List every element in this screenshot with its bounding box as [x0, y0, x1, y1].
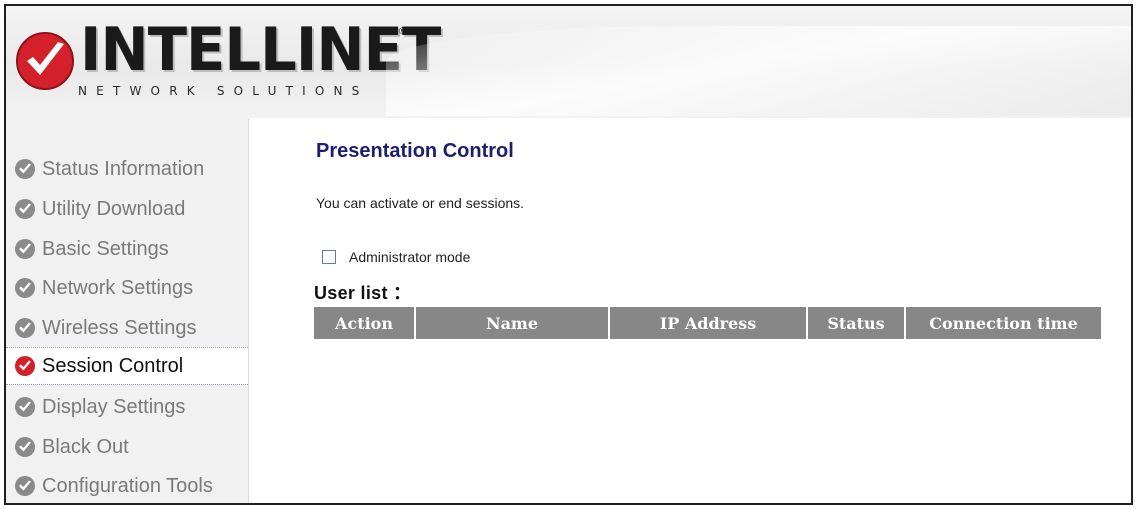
- intellinet-checkmark-icon: [16, 32, 74, 90]
- check-circle-icon: [15, 397, 35, 417]
- column-header-action: Action: [314, 307, 416, 339]
- main-content: Presentation Control You can activate or…: [250, 118, 1131, 503]
- check-circle-icon: [15, 437, 35, 457]
- column-header-ip-address: IP Address: [609, 307, 808, 339]
- sidebar-item-label: Network Settings: [42, 276, 194, 299]
- admin-mode-row: Administrator mode: [322, 249, 470, 265]
- sidebar-item-network-settings[interactable]: Network Settings: [6, 269, 248, 307]
- sidebar-nav: Status Information Utility Download Basi…: [6, 118, 249, 503]
- sidebar-item-configuration-tools[interactable]: Configuration Tools: [6, 467, 248, 503]
- column-header-connection-time: Connection time: [905, 307, 1101, 339]
- check-circle-icon: [15, 318, 35, 338]
- check-circle-icon: [15, 159, 35, 179]
- sidebar-item-label: Utility Download: [42, 197, 186, 220]
- admin-mode-checkbox[interactable]: [322, 250, 336, 264]
- sidebar-item-utility-download[interactable]: Utility Download: [6, 190, 248, 228]
- sidebar-item-label: Wireless Settings: [42, 316, 197, 339]
- sidebar-item-label: Black Out: [42, 435, 129, 458]
- page-title: Presentation Control: [316, 140, 514, 162]
- app-frame: INTELLINET ® NETWORK SOLUTIONS Status In…: [4, 4, 1133, 505]
- header-banner: INTELLINET ® NETWORK SOLUTIONS: [6, 6, 1131, 118]
- sidebar-item-label: Display Settings: [42, 395, 186, 418]
- brand-tagline: NETWORK SOLUTIONS: [78, 84, 369, 98]
- sidebar-item-label: Session Control: [42, 354, 184, 377]
- column-header-name: Name: [415, 307, 610, 339]
- check-circle-icon: [15, 239, 35, 259]
- check-circle-icon: [15, 476, 35, 496]
- sidebar-item-basic-settings[interactable]: Basic Settings: [6, 230, 248, 268]
- admin-mode-label: Administrator mode: [349, 249, 471, 265]
- brand-name: INTELLINET: [80, 15, 441, 85]
- trademark-symbol: ®: [399, 26, 406, 36]
- sidebar-item-session-control[interactable]: Session Control: [6, 347, 248, 385]
- brand-logo: INTELLINET ® NETWORK SOLUTIONS: [14, 20, 441, 112]
- sidebar-item-label: Configuration Tools: [42, 474, 213, 497]
- check-circle-icon: [15, 199, 35, 219]
- check-circle-icon: [15, 356, 35, 376]
- page-description: You can activate or end sessions.: [316, 195, 525, 211]
- check-circle-icon: [15, 278, 35, 298]
- sidebar-item-display-settings[interactable]: Display Settings: [6, 388, 248, 426]
- sidebar-item-label: Basic Settings: [42, 237, 169, 260]
- sidebar-item-label: Status Information: [42, 157, 205, 180]
- user-list-label: User list ：: [314, 283, 412, 303]
- user-list-table: Action Name IP Address Status Connection…: [314, 307, 1101, 339]
- table-header-row: Action Name IP Address Status Connection…: [314, 307, 1101, 339]
- sidebar-item-status-information[interactable]: Status Information: [6, 150, 248, 188]
- sidebar-item-black-out[interactable]: Black Out: [6, 428, 248, 466]
- column-header-status: Status: [807, 307, 906, 339]
- sidebar-item-wireless-settings[interactable]: Wireless Settings: [6, 309, 248, 347]
